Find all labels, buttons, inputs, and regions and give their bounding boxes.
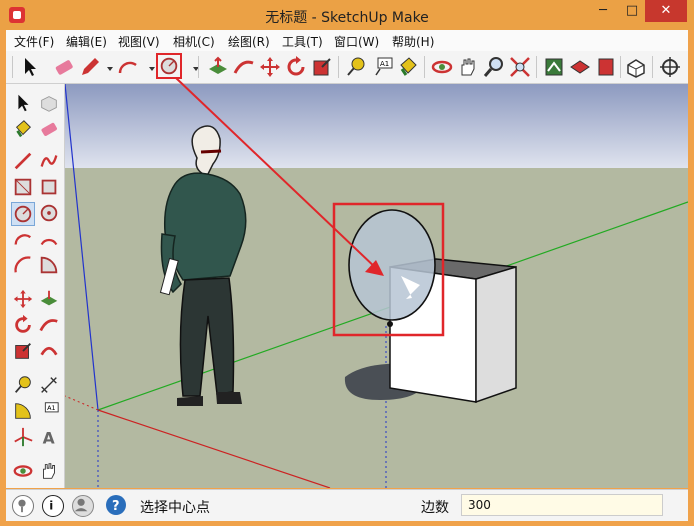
toolbar-separator (620, 56, 621, 78)
line-icon[interactable] (12, 150, 34, 172)
svg-text:i: i (49, 499, 53, 513)
drawing-viewport[interactable] (65, 84, 688, 488)
menu-tools[interactable]: 工具(T) (282, 33, 323, 50)
eraser-icon[interactable] (52, 55, 76, 79)
rotate-icon[interactable] (284, 55, 308, 79)
offset-icon[interactable] (38, 340, 60, 362)
polygon-icon[interactable] (38, 202, 60, 224)
protractor-icon[interactable] (12, 400, 34, 422)
pan-icon[interactable] (38, 460, 60, 482)
position-camera-icon[interactable] (658, 55, 682, 79)
toolbar-separator (424, 56, 425, 78)
select-icon[interactable] (18, 55, 42, 79)
two-point-arc-icon[interactable] (38, 228, 60, 250)
sky (65, 84, 688, 168)
pencil-dropdown-icon[interactable] (98, 55, 113, 79)
arc-icon[interactable] (116, 55, 140, 79)
toolbar-separator (536, 56, 537, 78)
minimize-button[interactable]: ─ (588, 0, 618, 22)
svg-text:A: A (43, 429, 55, 447)
sketchup-window: 无标题 - SketchUp Make ─ □ ✕ 文件(F) 编辑(E) 视图… (0, 0, 694, 526)
svg-text:A1: A1 (47, 404, 55, 412)
model-canvas[interactable] (65, 84, 688, 488)
rectangle-icon[interactable] (12, 176, 34, 198)
text-icon[interactable]: A1 (370, 55, 394, 79)
move-icon[interactable] (12, 288, 34, 310)
paint-bucket-icon[interactable] (396, 55, 420, 79)
help-icon[interactable]: ? (106, 495, 126, 515)
components-icon[interactable] (624, 55, 648, 79)
pan-icon[interactable] (456, 55, 480, 79)
menu-view[interactable]: 视图(V) (118, 33, 160, 50)
pie-icon[interactable] (38, 254, 60, 276)
center-point (387, 321, 393, 327)
zoom-extents-icon[interactable] (508, 55, 532, 79)
text-icon[interactable]: A1 (38, 400, 60, 422)
menu-window[interactable]: 窗口(W) (334, 33, 379, 50)
arc-dropdown-icon[interactable] (140, 55, 155, 79)
paint-bucket-icon[interactable] (12, 118, 34, 140)
toolbar-separator (338, 56, 339, 78)
circle-icon[interactable] (156, 53, 182, 79)
main-toolbar: A1 (6, 51, 688, 84)
axes-icon[interactable] (12, 426, 34, 448)
scale-icon[interactable] (310, 55, 334, 79)
follow-me-icon[interactable] (38, 314, 60, 336)
geo-location-icon[interactable] (12, 495, 34, 517)
menu-bar: 文件(F) 编辑(E) 视图(V) 相机(C) 绘图(R) 工具(T) 窗口(W… (6, 30, 688, 52)
credits-icon[interactable]: i (42, 495, 64, 517)
circle-icon[interactable] (11, 202, 35, 226)
push-pull-icon[interactable] (206, 55, 230, 79)
svg-text:A1: A1 (380, 60, 389, 68)
make-component-icon[interactable] (38, 92, 60, 114)
zoom-icon[interactable] (482, 55, 506, 79)
extension-warehouse-icon[interactable] (568, 55, 592, 79)
circle-preview (348, 209, 436, 321)
move-icon[interactable] (258, 55, 282, 79)
3d-warehouse-icon[interactable] (542, 55, 566, 79)
rotate-icon[interactable] (12, 314, 34, 336)
menu-camera[interactable]: 相机(C) (173, 33, 215, 50)
layout-icon[interactable] (594, 55, 618, 79)
menu-edit[interactable]: 编辑(E) (66, 33, 107, 50)
freehand-icon[interactable] (38, 150, 60, 172)
status-text: 选择中心点 (140, 500, 210, 516)
menu-draw[interactable]: 绘图(R) (228, 33, 270, 50)
orbit-icon[interactable] (12, 460, 34, 482)
follow-me-icon[interactable] (232, 55, 256, 79)
orbit-icon[interactable] (430, 55, 454, 79)
toolbar-separator (652, 56, 653, 78)
toolbar-separator (198, 56, 199, 78)
measurements-label: 边数 (421, 500, 449, 516)
user-icon[interactable] (72, 495, 94, 517)
close-button[interactable]: ✕ (645, 0, 687, 22)
scale-icon[interactable] (12, 340, 34, 362)
large-tool-set: A1 A (6, 84, 65, 488)
dimension-icon[interactable] (38, 374, 60, 396)
svg-text:?: ? (112, 499, 120, 514)
select-icon[interactable] (12, 92, 34, 114)
measurements-input[interactable]: 300 (461, 494, 663, 516)
rotated-rectangle-icon[interactable] (38, 176, 60, 198)
push-pull-icon[interactable] (38, 288, 60, 310)
title-bar: 无标题 - SketchUp Make ─ □ ✕ (0, 0, 694, 30)
shape-dropdown-icon[interactable] (184, 55, 199, 79)
menu-help[interactable]: 帮助(H) (392, 33, 434, 50)
3d-text-icon[interactable]: A (38, 426, 60, 448)
tape-measure-icon[interactable] (12, 374, 34, 396)
menu-file[interactable]: 文件(F) (14, 33, 54, 50)
arc-icon[interactable] (12, 228, 34, 250)
status-bar: i ? 选择中心点 边数 300 (6, 489, 688, 521)
tape-measure-icon[interactable] (344, 55, 368, 79)
maximize-button[interactable]: □ (617, 0, 647, 22)
eraser-icon[interactable] (38, 118, 60, 140)
toolbar-grip (12, 56, 13, 78)
three-point-arc-icon[interactable] (12, 254, 34, 276)
